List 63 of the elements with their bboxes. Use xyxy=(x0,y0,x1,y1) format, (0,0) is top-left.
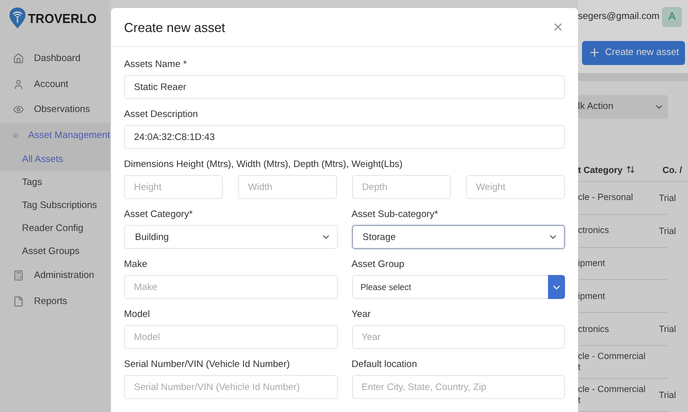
field-label: Asset Group xyxy=(352,259,406,270)
field-label: Asset Sub-category* xyxy=(352,209,440,220)
sidebar-item[interactable]: Account xyxy=(0,72,110,97)
table-cell: ipment xyxy=(578,258,606,269)
input-field[interactable]: Year xyxy=(352,325,565,349)
input-field[interactable]: Serial Number/VIN (Vehicle Id Number) xyxy=(124,375,338,399)
column-header[interactable]: t Category xyxy=(578,164,635,175)
input-field[interactable]: Enter City, State, Country, Zip xyxy=(352,375,565,399)
field-label: Year xyxy=(352,309,372,320)
file-icon xyxy=(13,296,24,307)
calculator-icon xyxy=(13,270,24,282)
table-cell: Trial xyxy=(658,226,676,236)
input-field[interactable]: Weight xyxy=(466,175,565,199)
plus-icon xyxy=(588,46,602,60)
sidebar-item[interactable]: Administration xyxy=(0,263,110,288)
table-cell: cle - Personal xyxy=(578,192,634,204)
field-label: Model xyxy=(124,309,151,320)
table-cell: Trial xyxy=(658,390,676,400)
user-email: segers@gmail.com xyxy=(578,11,660,22)
field-label: Dimensions Height (Mtrs), Width (Mtrs), Depth (Mtrs), Weight(Lbs) xyxy=(124,159,404,170)
input-field[interactable]: Make xyxy=(124,275,338,299)
logo-icon xyxy=(9,7,26,29)
column-header: Co. / xyxy=(662,164,682,175)
modal-title: Create new asset xyxy=(124,20,226,34)
bulk-action-select[interactable]: lk Action xyxy=(578,94,668,119)
table-cell: Trial xyxy=(658,192,676,203)
sort-icon xyxy=(626,165,635,174)
field-label: Assets Name * xyxy=(124,59,188,70)
home-icon xyxy=(13,53,24,64)
create-asset-button[interactable]: Create new asset xyxy=(582,40,685,65)
field-label: Make xyxy=(124,259,148,270)
table-cell: cle - Commercial t xyxy=(578,384,646,406)
table-cell: ipment xyxy=(578,290,606,302)
close-icon xyxy=(552,21,564,33)
sidebar-subitem[interactable]: Reader Config xyxy=(0,217,110,240)
eye-icon xyxy=(13,104,24,116)
dropdown-button[interactable] xyxy=(548,275,565,299)
user-icon xyxy=(13,78,24,90)
brand-name: TROVERLO xyxy=(28,10,97,26)
table-cell: ctronics xyxy=(578,225,610,236)
select-field[interactable]: Building xyxy=(124,225,338,249)
input-field[interactable]: Static Reaer xyxy=(124,75,565,99)
field-label: Asset Category* xyxy=(124,209,194,220)
input-field[interactable]: Model xyxy=(124,325,338,349)
sidebar-item[interactable]: Dashboard xyxy=(0,46,110,72)
input-field[interactable]: Width xyxy=(238,175,337,199)
sidebar-item[interactable]: Reports xyxy=(0,288,110,314)
close-button[interactable] xyxy=(552,21,564,33)
field-label: Default location xyxy=(352,359,418,370)
table-cell: cle - Commercial t xyxy=(578,351,646,374)
sidebar-item[interactable]: Observations xyxy=(0,97,110,122)
sidebar-subitem[interactable]: Tag Subscriptions xyxy=(0,194,110,217)
input-field[interactable]: Depth xyxy=(352,175,451,199)
select-field[interactable]: Storage xyxy=(352,225,565,249)
sidebar-subitem[interactable]: Tags xyxy=(0,171,110,194)
select-field[interactable]: Please select xyxy=(352,275,565,299)
table-cell: Trial xyxy=(658,324,676,334)
table-cell: ctronics xyxy=(578,324,610,335)
field-label: Serial Number/VIN (Vehicle Id Number) xyxy=(124,359,291,370)
sidebar-subitem[interactable]: Asset Groups xyxy=(0,240,110,263)
input-field[interactable]: 24:0A:32:C8:1D:43 xyxy=(124,125,565,149)
input-field[interactable]: Height xyxy=(124,175,223,199)
field-label: Asset Description xyxy=(124,109,199,120)
